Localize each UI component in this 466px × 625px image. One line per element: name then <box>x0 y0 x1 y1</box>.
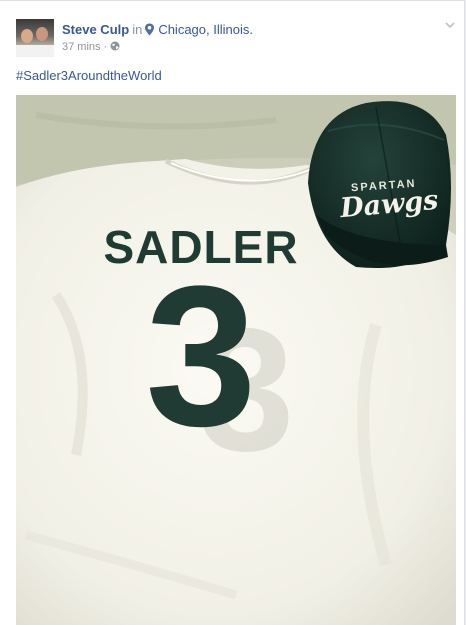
post-meta: 37 mins · <box>62 41 120 53</box>
post-photo[interactable]: 3 SADLER 3 SPARTAN Dawgs <box>16 95 456 625</box>
in-label: in <box>132 22 143 37</box>
timestamp-link[interactable]: 37 mins <box>62 41 101 53</box>
avatar[interactable] <box>16 19 54 57</box>
chevron-down-icon[interactable] <box>444 19 456 31</box>
hashtag-link[interactable]: #Sadler3AroundtheWorld <box>16 68 162 83</box>
photo-scene: 3 SADLER 3 SPARTAN Dawgs <box>16 95 456 625</box>
globe-icon[interactable] <box>110 41 120 51</box>
location-link[interactable]: Chicago, Illinois. <box>158 22 253 37</box>
post-header-line: Steve Culp in Chicago, Illinois. <box>62 22 253 37</box>
spartan-dawgs-cap: SPARTAN Dawgs <box>308 101 451 269</box>
author-name-link[interactable]: Steve Culp <box>62 22 129 37</box>
jersey-number-print: 3 <box>145 245 256 468</box>
post-card: Steve Culp in Chicago, Illinois. 37 mins · … <box>0 0 465 625</box>
map-pin-icon <box>145 23 155 36</box>
meta-separator: · <box>103 41 108 53</box>
